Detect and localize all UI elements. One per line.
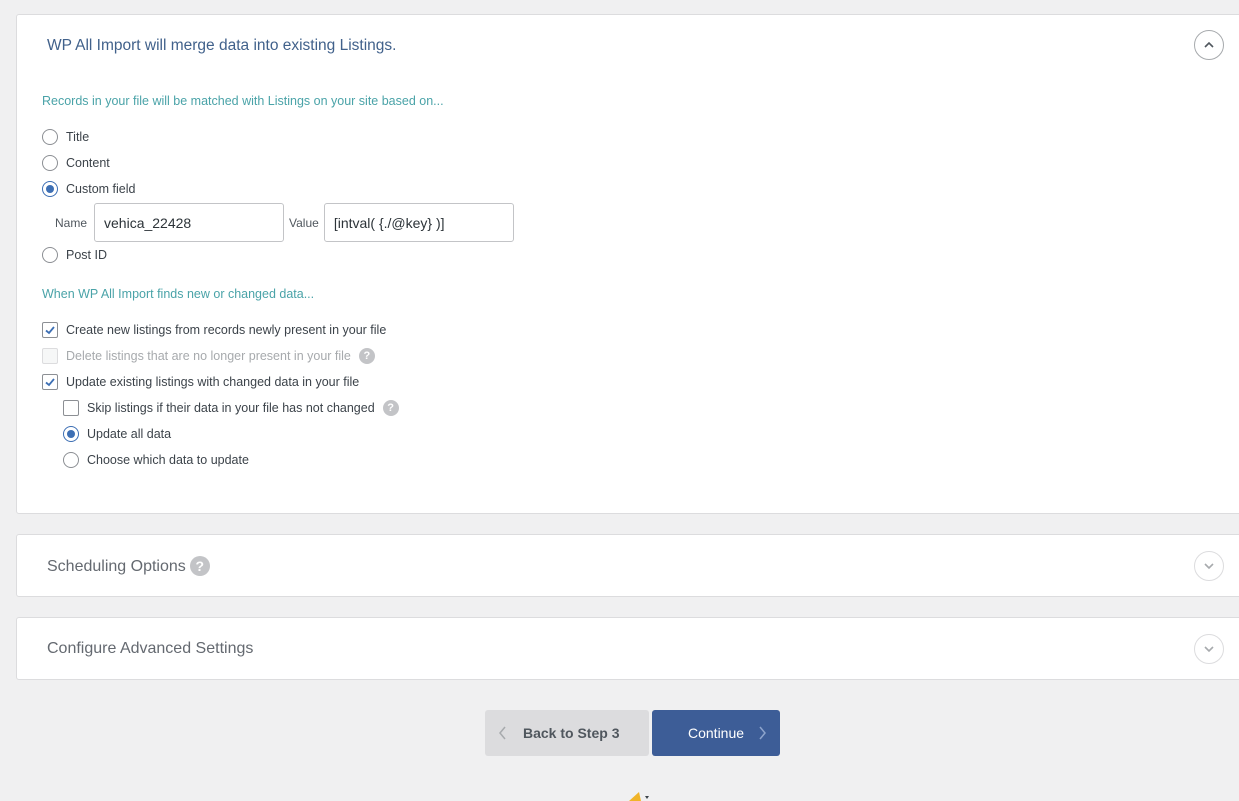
advanced-title: Configure Advanced Settings [47, 640, 254, 657]
radio-choose-update[interactable] [63, 452, 79, 468]
expand-toggle-button[interactable] [1194, 551, 1224, 581]
update-existing-label: Update existing listings with changed da… [66, 375, 360, 389]
name-label: Name [55, 215, 88, 230]
radio-title[interactable] [42, 129, 58, 145]
update-existing-option[interactable]: Update existing listings with changed da… [42, 374, 359, 390]
choose-update-option[interactable]: Choose which data to update [63, 452, 249, 468]
match-option-content[interactable]: Content [42, 155, 110, 171]
custom-field-value-input[interactable] [323, 203, 514, 242]
panel-title: Scheduling Options? [47, 556, 210, 577]
delete-missing-option: Delete listings that are no longer prese… [42, 348, 375, 364]
help-icon[interactable]: ? [189, 556, 210, 576]
collapse-toggle-button[interactable] [1194, 30, 1224, 60]
chevron-down-icon [1204, 563, 1214, 570]
skip-unchanged-checkbox[interactable] [63, 400, 79, 416]
advanced-settings-panel[interactable]: Configure Advanced Settings [16, 617, 1239, 680]
match-option-custom-field[interactable]: Custom field [42, 181, 135, 197]
update-existing-checkbox[interactable] [42, 374, 58, 390]
create-new-label: Create new listings from records newly p… [66, 323, 387, 337]
match-option-content-label: Content [66, 156, 110, 170]
custom-field-name-input[interactable] [94, 203, 285, 242]
chevron-down-icon [1204, 646, 1214, 653]
checkmark-icon [45, 378, 55, 387]
match-option-custom-field-label: Custom field [66, 182, 136, 196]
match-option-post-id[interactable]: Post ID [42, 247, 107, 263]
continue-button[interactable]: Continue [652, 710, 780, 756]
radio-post-id[interactable] [42, 247, 58, 263]
delete-missing-label: Delete listings that are no longer prese… [66, 349, 351, 363]
match-option-post-id-label: Post ID [66, 248, 107, 262]
scheduling-options-panel[interactable]: Scheduling Options? [16, 534, 1239, 597]
back-button[interactable]: Back to Step 3 [485, 710, 649, 756]
checkmark-icon [45, 326, 55, 335]
match-heading: Records in your file will be matched wit… [42, 94, 444, 108]
radio-update-all[interactable] [63, 426, 79, 442]
match-option-title-label: Title [66, 130, 90, 144]
chevron-up-icon [1204, 41, 1214, 48]
match-option-title[interactable]: Title [42, 129, 89, 145]
update-all-label: Update all data [87, 427, 172, 441]
continue-button-label: Continue [688, 725, 745, 741]
back-button-label: Back to Step 3 [523, 725, 620, 741]
radio-custom-field[interactable] [42, 181, 58, 197]
skip-unchanged-label: Skip listings if their data in your file… [87, 401, 375, 415]
panel-title: WP All Import will merge data into exist… [47, 37, 397, 54]
delete-missing-checkbox [42, 348, 58, 364]
help-icon[interactable]: ? [382, 400, 399, 416]
radio-content[interactable] [42, 155, 58, 171]
custom-field-row: Name Value [55, 203, 514, 242]
value-label: Value [289, 215, 319, 230]
choose-update-label: Choose which data to update [87, 453, 249, 467]
create-new-checkbox[interactable] [42, 322, 58, 338]
merge-settings-panel: WP All Import will merge data into exist… [16, 14, 1239, 514]
data-heading: When WP All Import finds new or changed … [42, 287, 315, 301]
chevron-right-icon [758, 726, 767, 740]
scheduling-title: Scheduling Options [47, 558, 186, 576]
chevron-left-icon [498, 726, 507, 740]
skip-unchanged-option[interactable]: Skip listings if their data in your file… [63, 400, 399, 416]
help-icon[interactable]: ? [358, 348, 375, 364]
expand-toggle-button[interactable] [1194, 634, 1224, 664]
update-all-option[interactable]: Update all data [63, 426, 171, 442]
create-new-option[interactable]: Create new listings from records newly p… [42, 322, 386, 338]
logo-icon [629, 792, 649, 801]
